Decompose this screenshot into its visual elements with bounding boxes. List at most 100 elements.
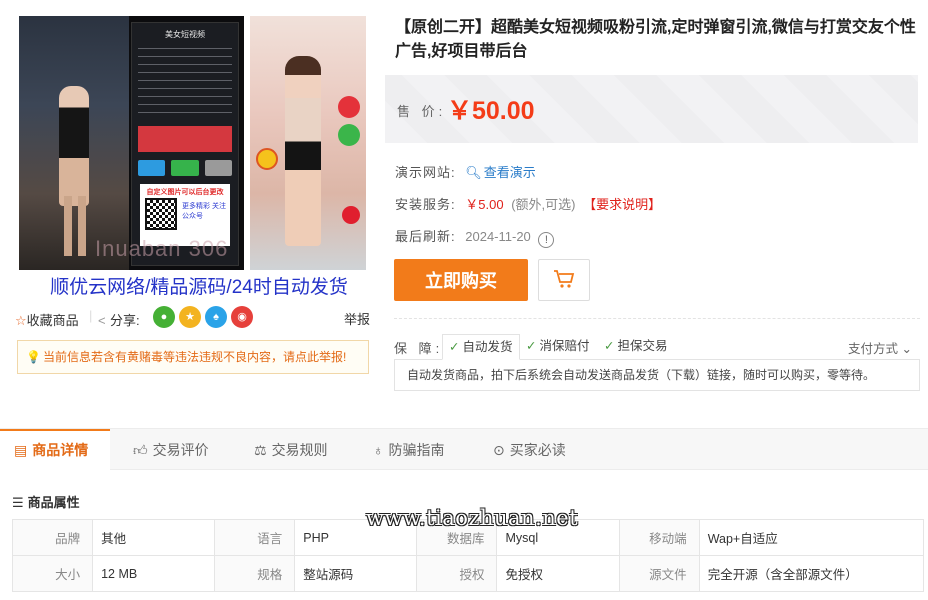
- sticker-emoji: [256, 148, 278, 170]
- bulb-icon: 💡: [26, 350, 41, 364]
- product-gallery: 美女短视频 自定义图片可以后台更改 更多精彩 关注公众号 Inuaban 306…: [15, 14, 370, 302]
- product-actions: ☆收藏商品 | < 分享: ● ★ ♠ ◉ 举报: [15, 306, 370, 330]
- attr-value: Wap+自适应: [698, 519, 925, 556]
- tab-trade-rules[interactable]: ⚖ 交易规则: [254, 429, 328, 471]
- share-icon: <: [98, 313, 106, 328]
- list-search-icon: ☰: [12, 495, 24, 510]
- tab-buyer-must-read[interactable]: ⊙ 买家必读: [493, 429, 566, 471]
- attr-value: 其他: [92, 519, 216, 556]
- report-link[interactable]: 举报: [344, 309, 370, 328]
- tab-label: 商品详情: [32, 442, 89, 458]
- guarantee-tab-label: 自动发货: [462, 340, 513, 354]
- install-note: (额外,可选): [511, 197, 576, 212]
- demo-label: 演示网站:: [395, 165, 456, 180]
- report-notice[interactable]: 💡 当前信息若含有黄赌毒等违法违规不良内容，请点此举报!: [17, 340, 369, 374]
- bulb-icon: ♁: [373, 442, 384, 458]
- guarantee-tab-auto-delivery[interactable]: ✓ 自动发货: [442, 334, 520, 360]
- scale-icon: ⚖: [254, 442, 267, 458]
- buy-now-button[interactable]: 立即购买: [394, 259, 528, 301]
- thumbs-up-icon: 👍︎: [133, 442, 148, 458]
- guarantee-label: 保 障:: [394, 341, 444, 356]
- search-icon: 🔍︎: [465, 165, 482, 180]
- attr-value: 免授权: [496, 555, 620, 592]
- attr-key: 移动端: [618, 519, 700, 556]
- attributes-title: ☰ 商品属性: [12, 492, 80, 511]
- cart-icon: [554, 269, 575, 288]
- image-watermark: Inuaban 306: [95, 236, 229, 261]
- attr-value: 完全开源（含全部源文件）: [698, 555, 925, 592]
- attr-key: 大小: [11, 555, 94, 592]
- sticker-strawberry: [342, 206, 360, 224]
- install-row: 安装服务: ￥5.00 (额外,可选) 【要求说明】: [395, 194, 661, 213]
- info-icon[interactable]: !: [538, 232, 555, 248]
- tab-label: 防骗指南: [388, 442, 445, 458]
- phone-red-banner: [138, 126, 232, 152]
- payment-label: 支付方式: [848, 342, 899, 356]
- site-watermark: www.tiaozhuan.net: [366, 506, 579, 530]
- star-icon: ☆: [15, 313, 27, 328]
- detail-tabbar: ▤ 商品详情 👍︎ 交易评价 ⚖ 交易规则 ♁ 防骗指南 ⊙ 买家必读: [0, 428, 928, 471]
- install-price: ￥5.00: [465, 197, 504, 212]
- compass-icon: ⊙: [493, 442, 505, 458]
- weibo-icon[interactable]: ◉: [231, 306, 253, 328]
- tab-reviews[interactable]: 👍︎ 交易评价: [133, 429, 209, 471]
- attr-key: 语言: [214, 519, 296, 556]
- tab-label: 交易评价: [152, 442, 209, 458]
- phone-title: 美女短视频: [165, 30, 205, 39]
- tab-label: 交易规则: [271, 442, 328, 458]
- model-legs: [64, 196, 86, 256]
- favorite-label: 收藏商品: [26, 313, 79, 328]
- attr-key: 品牌: [11, 519, 94, 556]
- qr-code: [145, 198, 177, 230]
- product-side-image[interactable]: [250, 16, 366, 270]
- wechat-icon[interactable]: ●: [153, 306, 175, 328]
- demo-link-text: 查看演示: [483, 165, 536, 180]
- phone-buttons: [138, 160, 232, 176]
- attr-key: 规格: [214, 555, 296, 592]
- refresh-row: 最后刷新: 2024-11-20 !: [395, 226, 555, 248]
- install-requirements-link[interactable]: 【要求说明】: [583, 197, 661, 212]
- favorite-button[interactable]: ☆收藏商品: [15, 310, 79, 329]
- qq-icon[interactable]: ♠: [205, 306, 227, 328]
- guarantee-tab-escrow[interactable]: ✓ 担保交易: [598, 334, 674, 360]
- guarantee-tab-compensation[interactable]: ✓ 消保赔付: [520, 334, 596, 360]
- tab-product-details[interactable]: ▤ 商品详情: [0, 429, 111, 471]
- guarantee-section: 保 障: ✓ 自动发货 ✓ 消保赔付 ✓ 担保交易 支付方式 ⌄ 自动发货商品，拍下后…: [394, 318, 920, 391]
- qzone-icon[interactable]: ★: [179, 306, 201, 328]
- attr-key: 授权: [416, 555, 498, 592]
- share-text: 分享:: [110, 313, 140, 328]
- tab-anti-fraud[interactable]: ♁ 防骗指南: [373, 429, 445, 471]
- refresh-date: 2024-11-20: [465, 229, 531, 244]
- street-photo: [19, 16, 129, 270]
- divider: |: [89, 308, 93, 323]
- guarantee-description: 自动发货商品，拍下后系统会自动发送商品发货（下载）链接，随时可以购买，零等待。: [394, 359, 920, 391]
- phone-card-side-text: 更多精彩 关注公众号: [182, 203, 226, 220]
- check-circle-icon: ✓: [449, 340, 460, 354]
- price-box: 售 价: ￥50.00: [385, 75, 918, 143]
- demo-link[interactable]: 🔍︎ 查看演示: [459, 165, 536, 180]
- attr-value: 12 MB: [92, 555, 216, 592]
- share-label: < 分享:: [98, 310, 140, 329]
- payment-methods-dropdown[interactable]: 支付方式 ⌄: [848, 338, 912, 357]
- document-icon: ▤: [14, 442, 28, 458]
- phone-card-title: 自定义图片可以后台更改: [146, 189, 224, 196]
- attr-value: 整站源码: [294, 555, 418, 592]
- sticker-green: [338, 124, 360, 146]
- product-main-image[interactable]: 美女短视频 自定义图片可以后台更改 更多精彩 关注公众号: [19, 16, 244, 270]
- guarantee-tab-label: 消保赔付: [539, 339, 590, 353]
- table-row: 大小 12 MB 规格 整站源码 授权 免授权 源文件 完全开源（含全部源文件）: [11, 555, 925, 592]
- add-to-cart-button[interactable]: [538, 259, 590, 301]
- phone-screenshot: 美女短视频 自定义图片可以后台更改 更多精彩 关注公众号: [131, 22, 239, 266]
- product-title: 【原创二开】超酷美女短视频吸粉引流,定时弹窗引流,微信与打赏交友个性广告,好项目…: [395, 19, 916, 60]
- model-figure-2: [285, 56, 321, 246]
- shop-slogan: 顺优云网络/精品源码/24时自动发货: [50, 277, 348, 298]
- check-circle-icon: ✓: [526, 339, 537, 353]
- attributes-title-text: 商品属性: [27, 495, 80, 510]
- attr-key: 源文件: [618, 555, 700, 592]
- sticker-red: [338, 96, 360, 118]
- guarantee-tab-label: 担保交易: [617, 339, 668, 353]
- check-circle-icon: ✓: [604, 339, 615, 353]
- tab-label: 买家必读: [509, 442, 566, 458]
- notice-text: 当前信息若含有黄赌毒等违法违规不良内容，请点此举报!: [42, 350, 347, 364]
- refresh-label: 最后刷新:: [395, 229, 456, 244]
